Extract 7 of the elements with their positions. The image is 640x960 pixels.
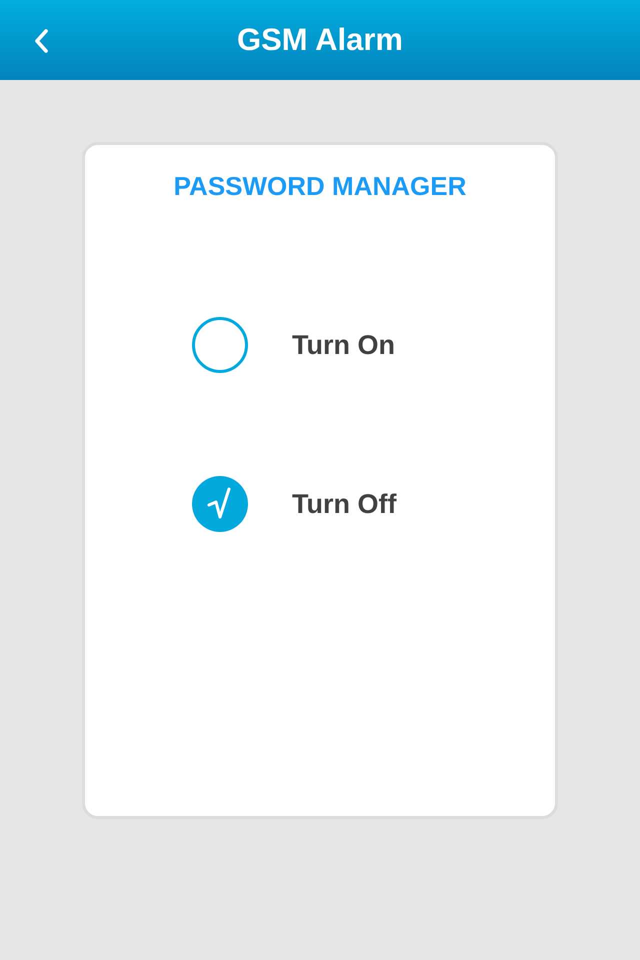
radio-checked-icon[interactable] xyxy=(192,476,248,532)
option-label[interactable]: Turn Off xyxy=(292,488,396,520)
header-title: GSM Alarm xyxy=(237,22,403,58)
back-icon[interactable] xyxy=(34,29,48,53)
option-label[interactable]: Turn On xyxy=(292,329,395,361)
radio-icon[interactable] xyxy=(192,317,248,373)
card-title: PASSWORD MANAGER xyxy=(174,171,466,201)
